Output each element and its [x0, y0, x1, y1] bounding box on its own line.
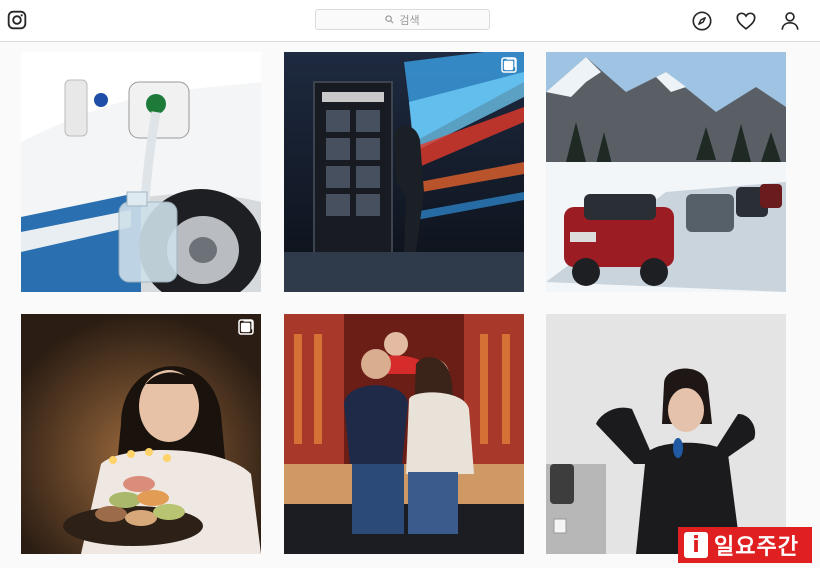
search-icon	[385, 15, 394, 24]
post-image-birthday-macarons	[21, 314, 261, 554]
post-tile[interactable]	[546, 314, 786, 554]
post-image-family-portrait	[284, 314, 524, 554]
post-tile[interactable]	[21, 314, 261, 554]
search-placeholder: 검색	[399, 13, 420, 27]
watermark-text: 일요주간	[714, 535, 799, 560]
post-image-phone-booth	[284, 52, 524, 292]
instagram-logo-icon[interactable]	[7, 10, 27, 30]
post-tile[interactable]	[284, 52, 524, 292]
post-image-car-fueling	[21, 52, 261, 292]
post-tile[interactable]	[284, 314, 524, 554]
multiple-photos-icon	[240, 320, 253, 333]
post-image-snow-jeep	[546, 52, 786, 292]
heart-icon[interactable]	[735, 10, 757, 32]
top-navigation-bar: 검색	[0, 0, 820, 42]
info-i-icon: i	[684, 532, 708, 558]
multiple-photos-icon	[503, 58, 516, 71]
profile-icon[interactable]	[779, 10, 801, 32]
post-tile[interactable]	[546, 52, 786, 292]
post-image-woman-posing	[546, 314, 786, 554]
search-input[interactable]: 검색	[315, 9, 490, 30]
compass-icon[interactable]	[691, 10, 713, 32]
post-tile[interactable]	[21, 52, 261, 292]
publisher-watermark: i 일요주간	[678, 527, 812, 563]
